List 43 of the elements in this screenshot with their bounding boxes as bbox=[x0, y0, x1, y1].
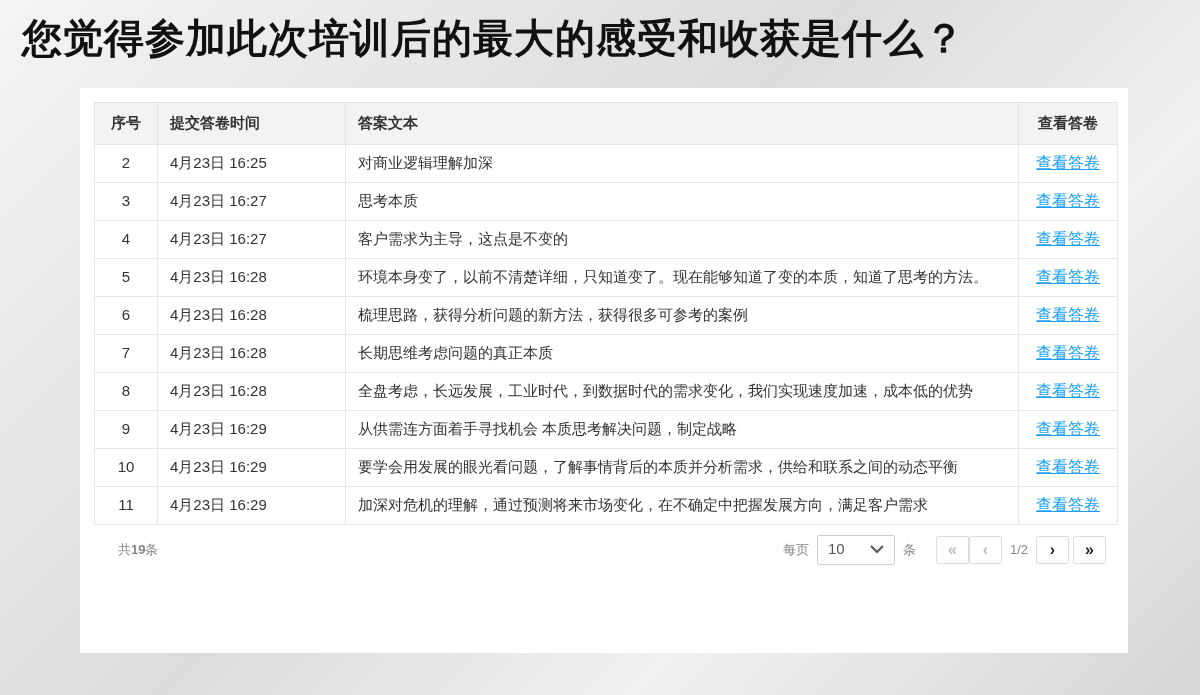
column-header: 序号 bbox=[94, 102, 158, 144]
table-cell: 4月23日 16:28 bbox=[157, 334, 346, 372]
table-cell: 思考本质 bbox=[345, 182, 1019, 220]
table-cell: 4月23日 16:29 bbox=[157, 410, 346, 448]
table-cell: 4月23日 16:28 bbox=[157, 258, 346, 296]
total-count: 共19条 bbox=[118, 540, 159, 559]
table-cell: 客户需求为主导，这点是不变的 bbox=[345, 220, 1019, 258]
table-cell: 环境本身变了，以前不清楚详细，只知道变了。现在能够知道了变的本质，知道了思考的方法。 bbox=[345, 258, 1019, 296]
column-header: 答案文本 bbox=[345, 102, 1019, 144]
page-indicator: 1/2 bbox=[1009, 540, 1028, 559]
table-cell: 2 bbox=[94, 144, 158, 182]
table-cell: 10 bbox=[94, 448, 158, 486]
last-page-button[interactable]: » bbox=[1073, 535, 1106, 564]
table-cell: 4月23日 16:29 bbox=[157, 448, 346, 486]
table-cell: 加深对危机的理解，通过预测将来市场变化，在不确定中把握发展方向，满足客户需求 bbox=[345, 486, 1019, 524]
table-cell: 4月23日 16:27 bbox=[157, 220, 346, 258]
table-cell: 全盘考虑，长远发展，工业时代，到数据时代的需求变化，我们实现速度加速，成本低的优势 bbox=[345, 372, 1019, 410]
table-cell: 4 bbox=[94, 220, 158, 258]
table-cell: 6 bbox=[94, 296, 158, 334]
table-cell: 4月23日 16:25 bbox=[157, 144, 346, 182]
column-header: 查看答卷 bbox=[1018, 102, 1118, 144]
table-cell: 8 bbox=[94, 372, 158, 410]
table-cell: 4月23日 16:27 bbox=[157, 182, 346, 220]
table-cell: 11 bbox=[94, 486, 158, 524]
per-page-unit: 条 bbox=[902, 540, 916, 559]
table-cell: 9 bbox=[94, 410, 158, 448]
table-cell: 对商业逻辑理解加深 bbox=[345, 144, 1019, 182]
table-cell: 4月23日 16:29 bbox=[157, 486, 346, 524]
page-size-select[interactable]: 10 bbox=[816, 534, 895, 565]
table-cell: 长期思维考虑问题的真正本质 bbox=[345, 334, 1019, 372]
table-cell: 7 bbox=[94, 334, 158, 372]
per-page-label: 每页 bbox=[782, 540, 809, 559]
column-header: 提交答卷时间 bbox=[157, 102, 346, 144]
table-cell: 4月23日 16:28 bbox=[157, 372, 346, 410]
table-cell: 4月23日 16:28 bbox=[157, 296, 346, 334]
caret-icon bbox=[869, 545, 884, 554]
table-cell: 梳理思路，获得分析问题的新方法，获得很多可参考的案例 bbox=[345, 296, 1019, 334]
table-cell: 3 bbox=[94, 182, 158, 220]
table-cell: 从供需连方面着手寻找机会 本质思考解决问题，制定战略 bbox=[345, 410, 1019, 448]
slide-title: 您觉得参加此次培训后的最大的感受和收获是什么？ bbox=[22, 14, 966, 62]
table-cell: 要学会用发展的眼光看问题，了解事情背后的本质并分析需求，供给和联系之间的动态平衡 bbox=[345, 448, 1019, 486]
table-cell: 5 bbox=[94, 258, 158, 296]
next-page-button[interactable]: › bbox=[1036, 535, 1069, 564]
